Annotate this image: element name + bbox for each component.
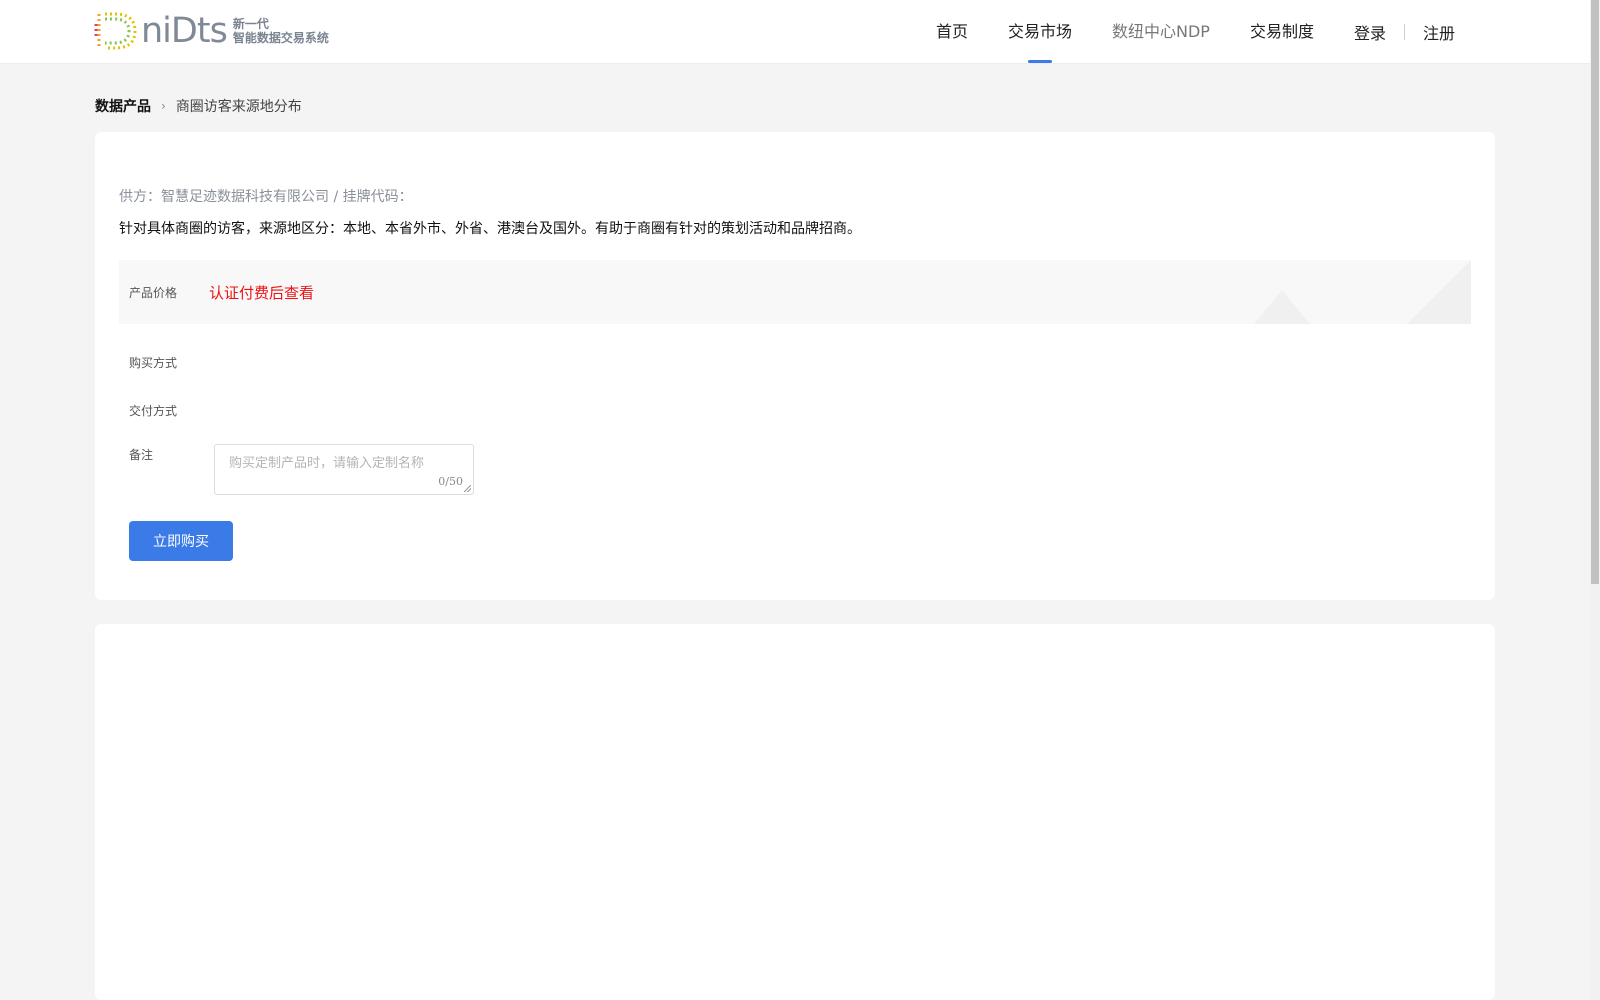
breadcrumb-root[interactable]: 数据产品	[95, 96, 151, 116]
price-value: 认证付费后查看	[209, 284, 315, 302]
product-content-card	[95, 624, 1495, 1000]
decorative-shape	[1407, 260, 1471, 324]
buy-now-button[interactable]: 立即购买	[129, 521, 233, 561]
price-row: 产品价格 认证付费后查看	[119, 260, 1471, 324]
product-description: 针对具体商圈的访客，来源地区分：本地、本省外市、外省、港澳台及国外。有助于商圈有…	[119, 221, 861, 237]
remark-textarea[interactable]: 购买定制产品时，请输入定制名称 0/50	[214, 444, 474, 495]
logo-d-icon	[94, 12, 137, 50]
supplier-info: 供方：智慧足迹数据科技有限公司 / 挂牌代码：	[119, 189, 413, 205]
top-header: niDts 新一代 智能数据交易系统 首页 交易市场 数纽中心NDP 交易制度 …	[0, 0, 1590, 63]
auth-divider	[1403, 23, 1405, 40]
product-detail-card: 供方：智慧足迹数据科技有限公司 / 挂牌代码： 针对具体商圈的访客，来源地区分：…	[95, 132, 1495, 600]
brand-tagline-line2: 智能数据交易系统	[232, 31, 329, 45]
decorative-shape	[1254, 290, 1310, 324]
delivery-method-label: 交付方式	[129, 404, 178, 418]
remark-label: 备注	[129, 448, 154, 462]
nav-item-ndp[interactable]: 数纽中心NDP	[1112, 0, 1210, 63]
auth-links: 登录 注册	[1354, 20, 1455, 44]
remark-char-count: 0/50	[438, 475, 463, 488]
brand-logo[interactable]: niDts 新一代 智能数据交易系统	[93, 10, 329, 52]
nav-item-rules[interactable]: 交易制度	[1250, 0, 1314, 63]
breadcrumb: 数据产品 › 商圈访客来源地分布	[95, 96, 302, 116]
main-nav: 首页 交易市场 数纽中心NDP 交易制度 登录 注册	[896, 0, 1455, 63]
resize-handle-icon[interactable]	[464, 485, 471, 492]
login-link[interactable]: 登录	[1354, 20, 1386, 44]
remark-placeholder: 购买定制产品时，请输入定制名称	[229, 456, 425, 471]
register-link[interactable]: 注册	[1423, 20, 1455, 44]
page-scrollbar[interactable]	[1590, 0, 1600, 1000]
scrollbar-thumb[interactable]	[1591, 0, 1599, 584]
nav-item-home[interactable]: 首页	[936, 0, 968, 63]
brand-tagline-line1: 新一代	[232, 17, 269, 31]
brand-name: niDts	[141, 11, 228, 51]
chevron-right-icon: ›	[161, 99, 166, 113]
brand-tagline: 新一代 智能数据交易系统	[233, 17, 329, 45]
purchase-method-label: 购买方式	[129, 356, 178, 370]
nav-item-market[interactable]: 交易市场	[1008, 0, 1072, 63]
breadcrumb-current: 商圈访客来源地分布	[175, 99, 302, 115]
price-label: 产品价格	[129, 286, 178, 300]
